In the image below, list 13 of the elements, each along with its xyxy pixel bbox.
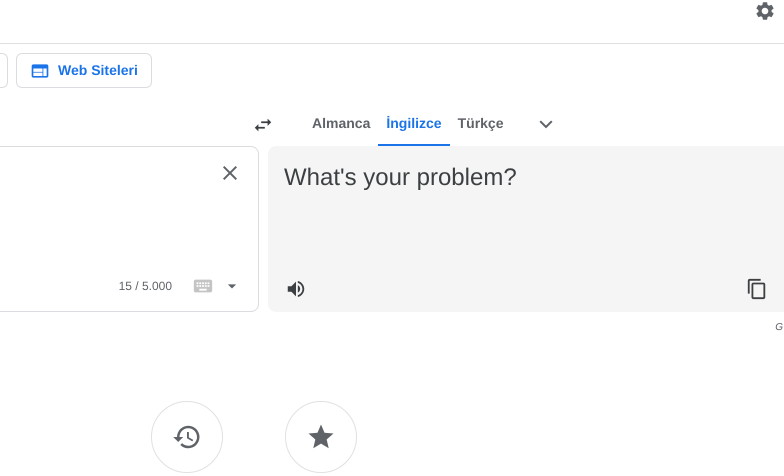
language-tab[interactable]: Türkçe (450, 103, 512, 146)
chevron-down-icon (538, 120, 553, 129)
attribution-text: G (775, 321, 783, 335)
saved-button[interactable] (285, 401, 357, 473)
history-button[interactable] (151, 401, 223, 473)
speaker-icon[interactable] (285, 278, 307, 300)
settings-button[interactable] (754, 0, 776, 22)
copy-icon[interactable] (746, 278, 768, 300)
language-tab[interactable]: Almanca (304, 103, 378, 146)
character-count: 15 / 5.000 (118, 278, 172, 295)
translation-text: What's your problem? (284, 163, 518, 193)
websites-button[interactable]: Web Siteleri (16, 53, 152, 88)
settings-icon (754, 0, 776, 22)
